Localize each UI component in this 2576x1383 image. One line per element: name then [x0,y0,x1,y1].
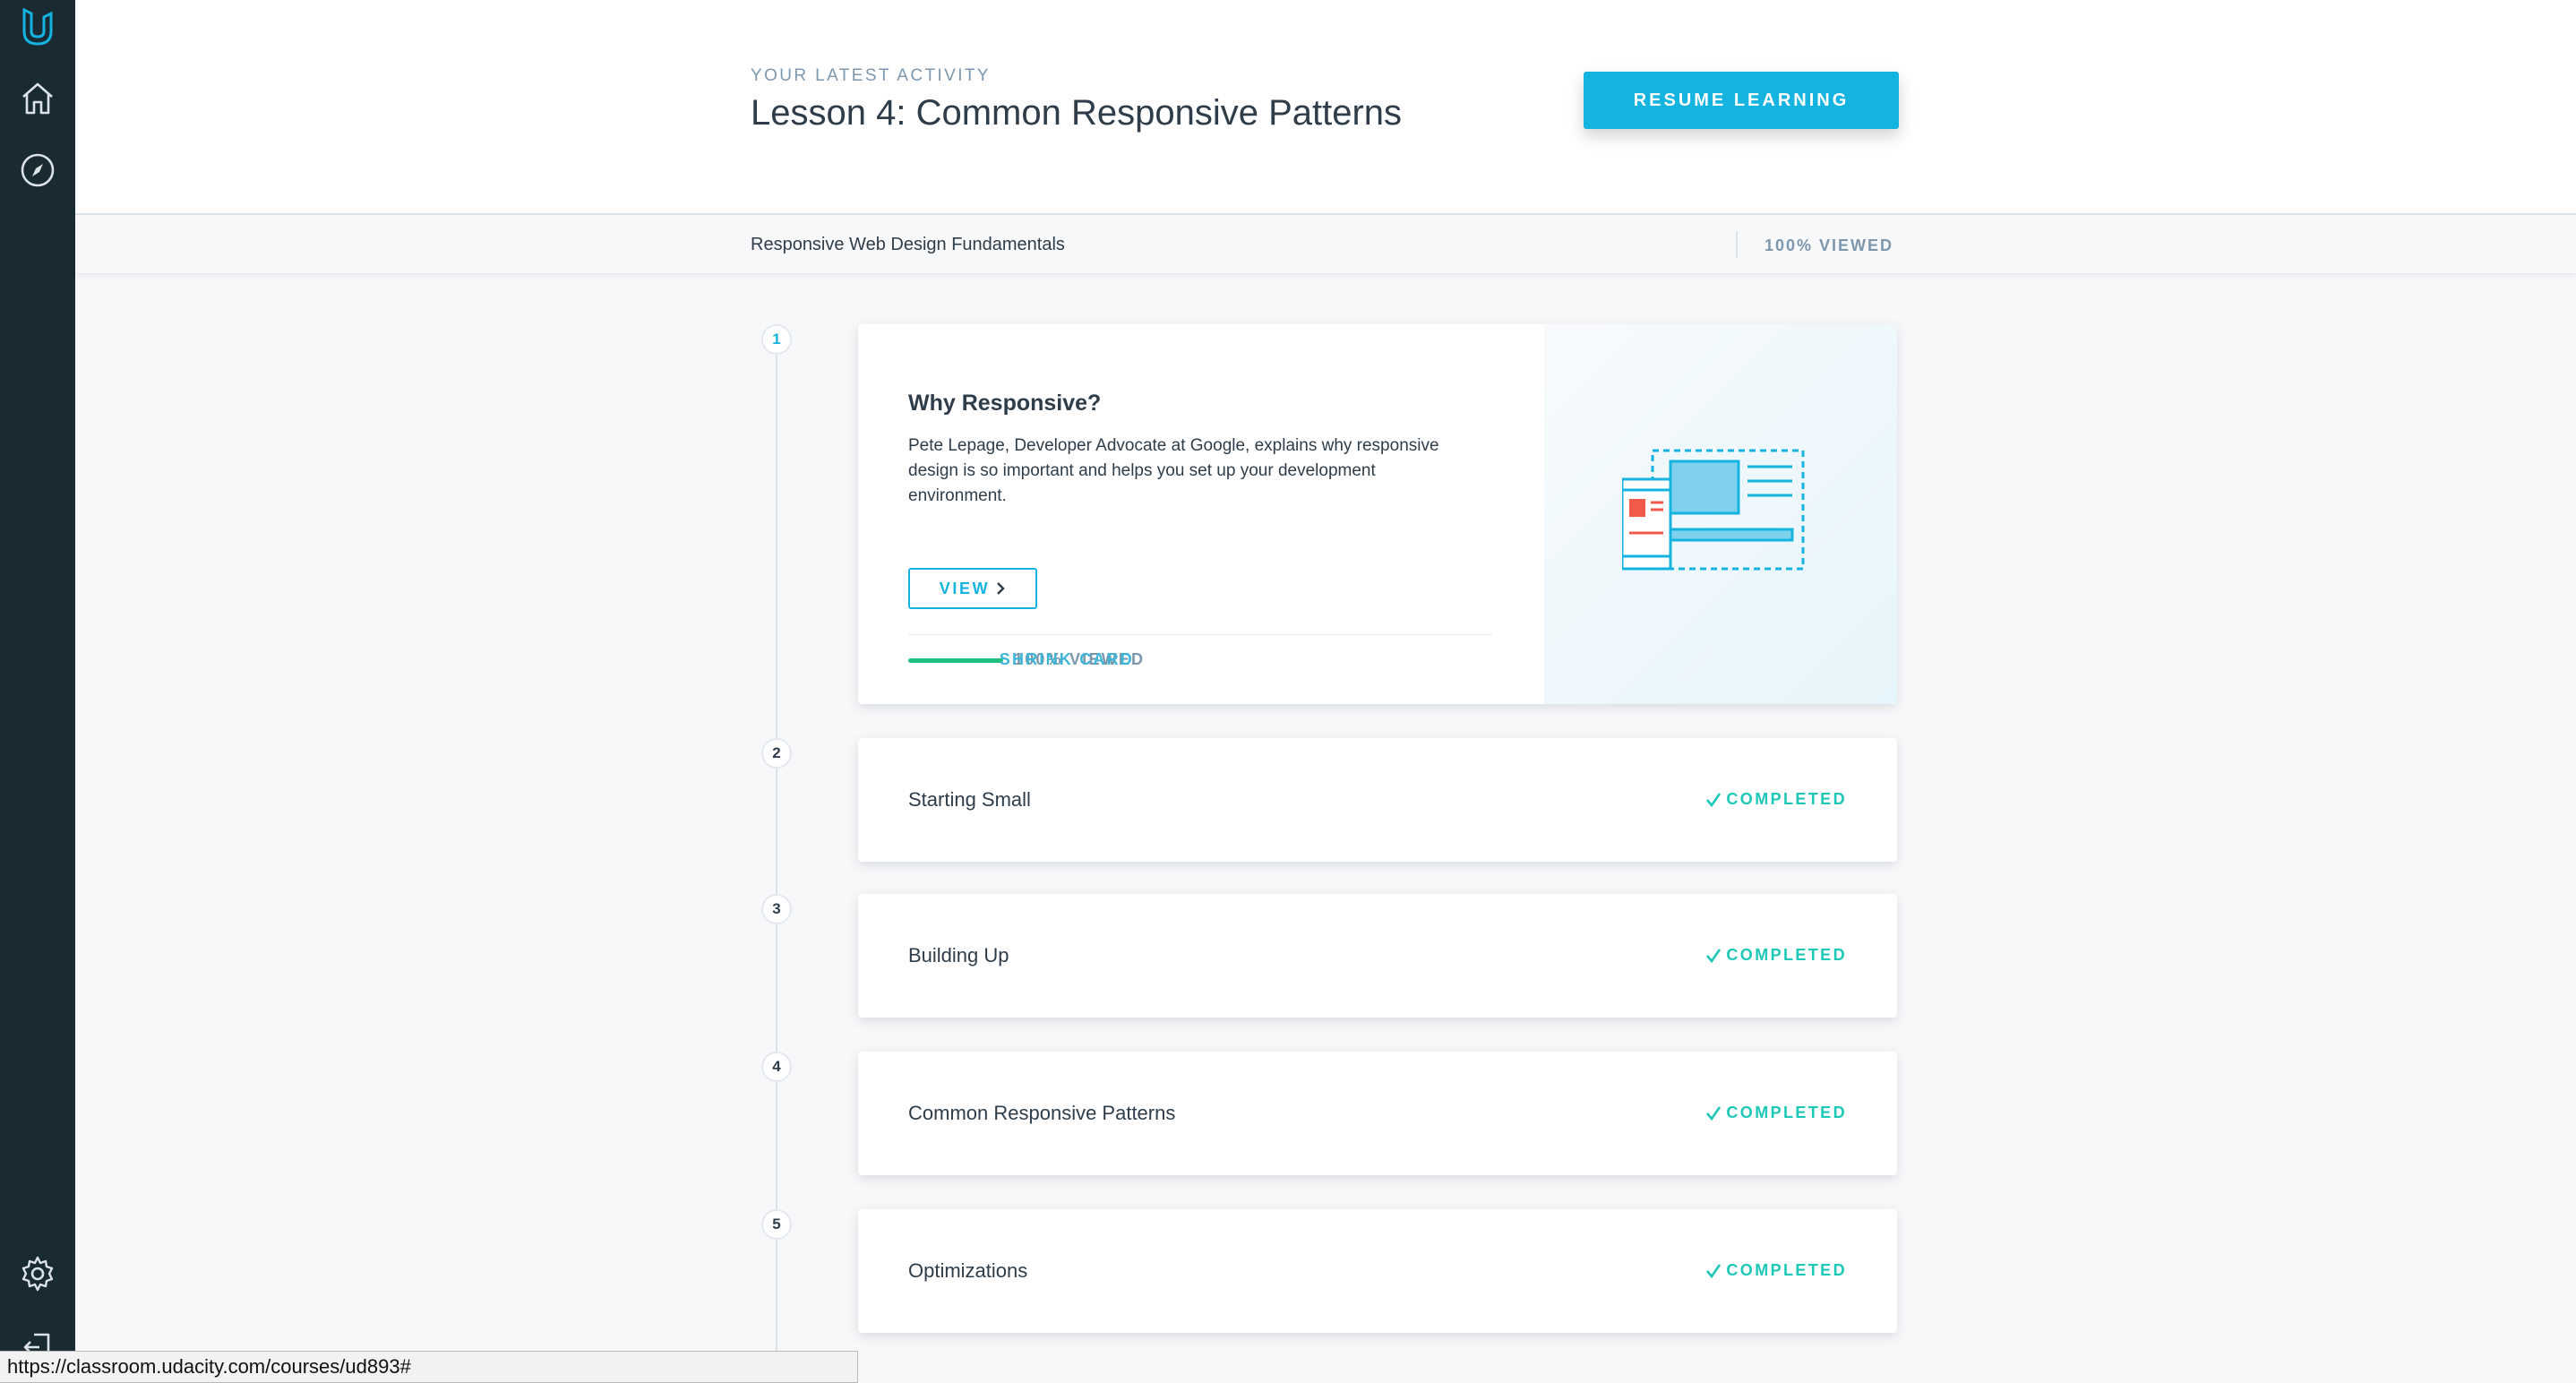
chevron-right-icon [997,582,1005,595]
view-button[interactable]: VIEW [908,568,1037,609]
view-button-label: VIEW [939,579,991,597]
compass-icon[interactable] [0,143,75,197]
concept-card-expanded: Why Responsive? Pete Lepage, Developer A… [858,324,1897,704]
resume-learning-button[interactable]: RESUME LEARNING [1584,72,1899,129]
concept-title: Building Up [908,944,1009,966]
concept-title: Why Responsive? [908,391,1102,416]
status-label: COMPLETED [1726,1261,1847,1279]
step-number: 1 [761,324,792,355]
sidebar [0,0,75,1383]
gear-icon[interactable] [0,1247,75,1301]
concept-card[interactable]: Optimizations COMPLETED [858,1209,1897,1333]
link-preview-url: https://classroom.udacity.com/courses/ud… [0,1351,858,1383]
completed-status: COMPLETED [1704,790,1847,809]
home-icon[interactable] [0,72,75,125]
lesson-header: YOUR LATEST ACTIVITY Lesson 4: Common Re… [75,0,2576,215]
completed-status: COMPLETED [1704,1104,1847,1122]
status-label: COMPLETED [1726,1104,1847,1121]
course-name[interactable]: Responsive Web Design Fundamentals [751,235,1065,255]
concept-title: Common Responsive Patterns [908,1102,1176,1124]
completed-status: COMPLETED [1704,1261,1847,1280]
divider [1736,231,1738,258]
concept-description: Pete Lepage, Developer Advocate at Googl… [908,436,1439,505]
shrink-card-link[interactable]: SHRINK CARD [1000,650,1134,669]
udacity-logo-icon[interactable] [0,0,75,54]
checkmark-icon [1706,1105,1722,1121]
concept-card[interactable]: Building Up COMPLETED [858,894,1897,1018]
completed-status: COMPLETED [1704,946,1847,965]
latest-activity-label: YOUR LATEST ACTIVITY [751,66,991,85]
responsive-devices-illustration [1622,449,1805,571]
step-number: 4 [761,1052,792,1082]
concept-card[interactable]: Starting Small COMPLETED [858,738,1897,862]
concept-title: Starting Small [908,788,1031,811]
course-viewed-status: 100% VIEWED [1765,236,1894,254]
status-label: COMPLETED [1726,790,1847,808]
concept-title: Optimizations [908,1259,1028,1282]
status-label: COMPLETED [1726,946,1847,964]
checkmark-icon [1706,792,1722,807]
checkmark-icon [1706,1263,1722,1278]
checkmark-icon [1706,948,1722,963]
step-number: 5 [761,1209,792,1240]
lesson-title: Lesson 4: Common Responsive Patterns [751,93,1403,133]
progress-fill [908,658,1003,663]
responsive-illustration [1544,324,1897,704]
concept-card[interactable]: Common Responsive Patterns COMPLETED [858,1052,1897,1175]
card-footer-divider [908,634,1492,635]
step-number: 2 [761,738,792,769]
progress-bar [908,658,1003,663]
concept-card-body: Why Responsive? Pete Lepage, Developer A… [858,324,1544,704]
course-bar: Responsive Web Design Fundamentals 100% … [75,217,2576,274]
step-number: 3 [761,894,792,924]
